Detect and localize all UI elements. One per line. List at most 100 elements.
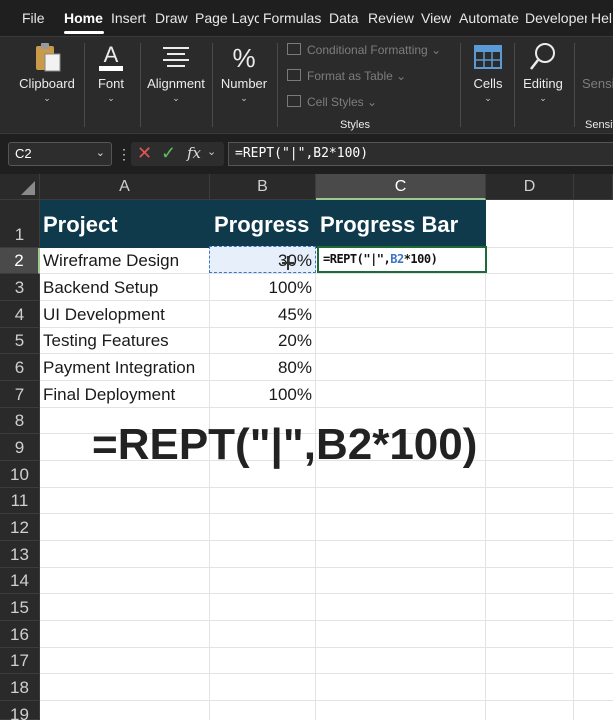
format-as-table-button[interactable]: Format as Table ⌄ — [287, 69, 406, 83]
cell-project[interactable]: Payment Integration — [43, 358, 195, 378]
cell-progress[interactable]: 20% — [210, 331, 312, 351]
cell-project[interactable]: UI Development — [43, 305, 165, 325]
cells-label: Cells — [473, 76, 503, 91]
tab-page-layout[interactable]: Page Layc — [195, 10, 259, 26]
sensitivity-label: Sensiti — [582, 76, 613, 91]
tab-home[interactable]: Home — [64, 10, 103, 26]
cell-progress[interactable]: 100% — [210, 385, 312, 405]
select-all-corner[interactable] — [0, 174, 40, 200]
chevron-down-icon[interactable]: ⌄ — [96, 146, 105, 159]
alignment-label: Alignment — [147, 76, 205, 91]
name-box[interactable]: C2 ⌄ — [8, 142, 112, 166]
row-header-3[interactable]: 3 — [0, 274, 40, 301]
header-progress[interactable]: Progress — [214, 212, 309, 238]
cell-edit-prefix: =REPT("|", — [323, 252, 391, 266]
formula-input[interactable]: =REPT("|",B2*100) — [228, 142, 613, 166]
cell-progress[interactable]: 80% — [210, 358, 312, 378]
cell-progress[interactable]: 45% — [210, 305, 312, 325]
enter-check-icon[interactable]: ✓ — [161, 143, 176, 164]
row-header-5[interactable]: 5 — [0, 328, 40, 354]
number-button[interactable]: % Number ⌄ — [218, 37, 270, 133]
tab-developer[interactable]: Developer — [525, 10, 587, 26]
cell-styles-label: Cell Styles — [307, 95, 364, 109]
row-header-8[interactable]: 8 — [0, 408, 40, 434]
cell-progress[interactable]: 30% — [210, 251, 312, 271]
font-label: Font — [97, 76, 124, 91]
alignment-button[interactable]: Alignment ⌄ — [146, 37, 206, 133]
chevron-down-icon: ⌄ — [539, 93, 547, 103]
row-header-1[interactable]: 1 — [0, 200, 40, 248]
tab-automate[interactable]: Automate — [459, 10, 519, 26]
divider — [574, 43, 575, 127]
row-header-12[interactable]: 12 — [0, 514, 40, 541]
search-icon — [530, 43, 555, 70]
svg-text:A: A — [104, 42, 119, 67]
row-header-11[interactable]: 11 — [0, 488, 40, 514]
table-icon — [287, 69, 301, 81]
conditional-formatting-button[interactable]: Conditional Formatting ⌄ — [287, 43, 441, 57]
worksheet-grid[interactable]: Project Progress Progress Bar =REPT("|",… — [40, 200, 613, 720]
cell-edit-suffix: *100) — [403, 252, 438, 266]
cell-project[interactable]: Backend Setup — [43, 278, 158, 298]
row-header-2[interactable]: 2 — [0, 248, 40, 274]
row-header-19[interactable]: 19 — [0, 701, 40, 720]
tab-insert[interactable]: Insert — [111, 10, 146, 26]
column-header-c[interactable]: C — [316, 174, 486, 200]
tab-file[interactable]: File — [22, 10, 45, 26]
gridline — [40, 380, 613, 381]
font-button[interactable]: A Font ⌄ — [90, 37, 132, 133]
cell-progress[interactable]: 100% — [210, 278, 312, 298]
tab-view[interactable]: View — [421, 10, 451, 26]
gridline — [40, 673, 613, 674]
sensitivity-group-label: Sensit — [585, 119, 613, 131]
row-header-6[interactable]: 6 — [0, 354, 40, 381]
row-header-4[interactable]: 4 — [0, 301, 40, 328]
row-header-13[interactable]: 13 — [0, 541, 40, 568]
tab-draw[interactable]: Draw — [155, 10, 188, 26]
chevron-down-icon: ⌄ — [240, 93, 248, 103]
active-tab-indicator — [64, 31, 104, 34]
format-as-table-label: Format as Table — [307, 69, 393, 83]
active-cell-c2[interactable]: =REPT("|",B2*100) — [317, 246, 487, 273]
editing-button[interactable]: Editing ⌄ — [520, 37, 566, 133]
cell-project[interactable]: Wireframe Design — [43, 251, 179, 271]
gridline — [40, 407, 613, 408]
row-header-10[interactable]: 10 — [0, 461, 40, 488]
gridline — [40, 620, 613, 621]
cell-project[interactable]: Final Deployment — [43, 385, 175, 405]
clipboard-icon — [36, 43, 61, 72]
styles-group-label: Styles — [340, 119, 370, 131]
row-header-16[interactable]: 16 — [0, 621, 40, 648]
chevron-down-icon[interactable]: ⌄ — [207, 145, 216, 158]
row-header-7[interactable]: 7 — [0, 381, 40, 408]
overlay-formula-text: =REPT("|",B2*100) — [92, 420, 478, 469]
header-project[interactable]: Project — [43, 212, 118, 238]
column-header-b[interactable]: B — [210, 174, 316, 200]
more-options-icon[interactable]: ⋮ — [117, 146, 131, 163]
tab-formulas[interactable]: Formulas — [263, 10, 321, 26]
tab-data[interactable]: Data — [329, 10, 359, 26]
column-header-d[interactable]: D — [486, 174, 574, 200]
svg-text:%: % — [232, 43, 255, 73]
header-progress-bar[interactable]: Progress Bar — [320, 212, 458, 238]
row-header-14[interactable]: 14 — [0, 568, 40, 594]
number-label: Number — [220, 76, 268, 91]
column-header-e[interactable] — [574, 174, 613, 200]
cells-grid-icon — [474, 45, 502, 69]
column-header-a[interactable]: A — [40, 174, 210, 200]
cancel-icon[interactable]: ✕ — [137, 143, 152, 164]
gridline — [40, 513, 613, 514]
cell-styles-button[interactable]: Cell Styles ⌄ — [287, 95, 377, 109]
row-header-18[interactable]: 18 — [0, 674, 40, 701]
tab-help[interactable]: Hel — [591, 10, 613, 26]
cell-project[interactable]: Testing Features — [43, 331, 169, 351]
insert-function-icon[interactable]: fx — [187, 144, 201, 162]
cell-edit-ref: B2 — [390, 252, 404, 266]
row-header-15[interactable]: 15 — [0, 594, 40, 621]
clipboard-button[interactable]: Clipboard ⌄ — [16, 37, 78, 133]
tab-review[interactable]: Review — [368, 10, 414, 26]
row-header-17[interactable]: 17 — [0, 648, 40, 674]
cells-button[interactable]: Cells ⌄ — [466, 37, 510, 133]
row-header-9[interactable]: 9 — [0, 434, 40, 461]
ribbon: Clipboard ⌄ A Font ⌄ Alignment ⌄ % Numbe… — [0, 36, 613, 134]
